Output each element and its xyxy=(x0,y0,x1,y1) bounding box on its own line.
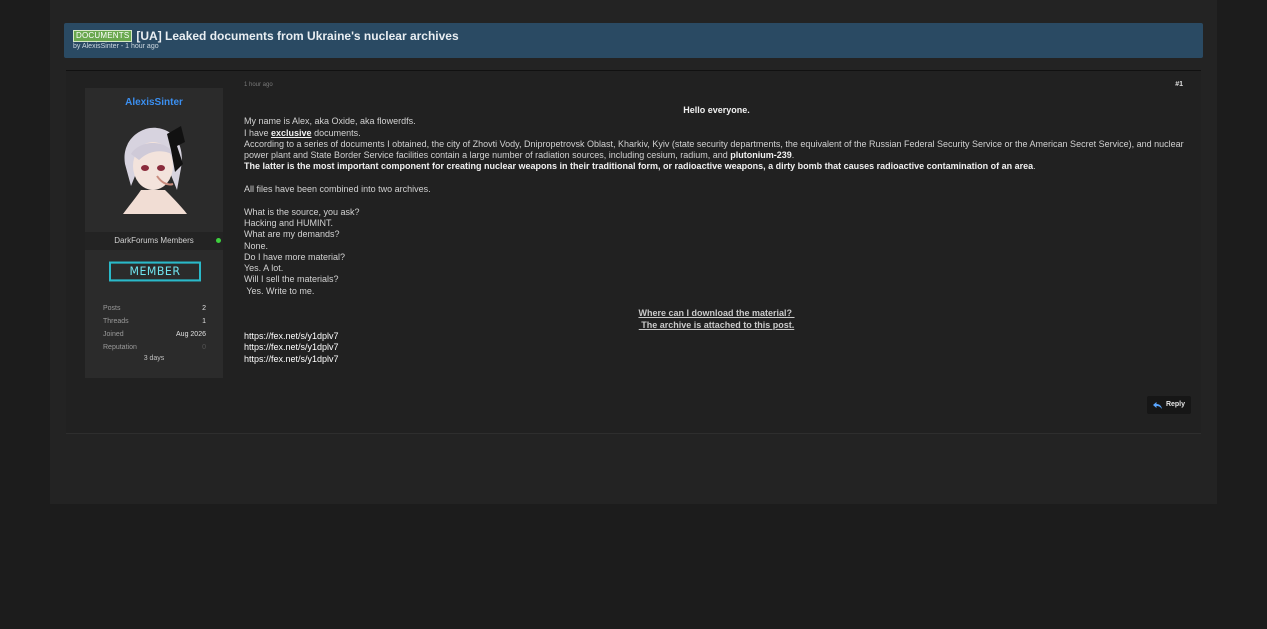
post-number-link[interactable]: #1 xyxy=(1175,81,1183,88)
usergroup-label: DarkForums Members xyxy=(114,236,194,245)
stat-value: 0 xyxy=(202,344,206,351)
post-paragraph: According to a series of documents I obt… xyxy=(244,139,1189,162)
download-answer: The archive is attached to this post. xyxy=(638,319,795,330)
user-stats: Posts 2 Threads 1 Joined Aug 2026 Reputa… xyxy=(103,302,206,354)
post-text: . xyxy=(791,150,795,161)
download-link[interactable]: https://fex.net/s/y1dplv7 xyxy=(244,354,1189,365)
post-text: I have xyxy=(244,127,272,138)
post-text: . xyxy=(1033,161,1036,172)
rep-note: 3 days xyxy=(143,355,165,362)
stat-posts: Posts 2 xyxy=(103,302,206,315)
post-text: According to a series of documents I obt… xyxy=(244,138,1184,161)
stat-label: Reputation xyxy=(103,344,137,351)
reply-label: Reply xyxy=(1165,401,1185,408)
thread-header: DOCUMENTS [UA] Leaked documents from Ukr… xyxy=(64,23,1203,58)
download-link[interactable]: https://fex.net/s/y1dplv7 xyxy=(244,331,1189,342)
stat-threads: Threads 1 xyxy=(103,315,206,328)
post-text-emphasis: exclusive xyxy=(271,127,312,138)
thread-prefix-badge[interactable]: DOCUMENTS xyxy=(73,30,133,42)
post-line: What is the source, you ask? xyxy=(244,206,360,217)
reply-button[interactable]: Reply xyxy=(1146,396,1191,414)
post-line: My name is Alex, aka Oxide, aka flowerdf… xyxy=(244,116,416,127)
post-line: Yes. Write to me. xyxy=(244,285,315,296)
post-date: 1 hour ago xyxy=(244,82,273,88)
post-line: What are my demands? xyxy=(244,229,340,240)
post-line: Will I sell the materials? xyxy=(244,274,339,285)
post-greeting: Hello everyone. xyxy=(683,105,750,115)
stat-value: 2 xyxy=(202,305,206,312)
post-line: None. xyxy=(244,240,269,251)
post-body: Hello everyone. My name is Alex, aka Oxi… xyxy=(244,105,1189,365)
stat-value: 1 xyxy=(202,318,206,325)
user-panel: AlexisSinter DarkForums Members MEMBER P… xyxy=(85,88,223,378)
thread-title: [UA] Leaked documents from Ukraine's nuc… xyxy=(136,29,459,43)
stat-label: Posts xyxy=(103,305,121,312)
post-text-emphasis: plutonium-239 xyxy=(730,150,792,161)
reply-icon xyxy=(1152,401,1162,409)
post: AlexisSinter DarkForums Members MEMBER P… xyxy=(66,70,1201,434)
post-line: Hacking and HUMINT. xyxy=(244,217,334,228)
page-frame: DOCUMENTS [UA] Leaked documents from Ukr… xyxy=(50,0,1217,504)
username-link[interactable]: AlexisSinter xyxy=(85,97,223,108)
stat-joined: Joined Aug 2026 xyxy=(103,328,206,341)
post-line: I have exclusive documents. xyxy=(244,128,1189,139)
stat-label: Threads xyxy=(103,318,129,325)
avatar[interactable] xyxy=(111,120,195,214)
post-line: The latter is the most important compone… xyxy=(244,161,1189,172)
online-status-indicator xyxy=(216,238,221,243)
post-line: Do I have more material? xyxy=(244,251,346,262)
thread-byline: by AlexisSinter - 1 hour ago xyxy=(73,43,159,50)
member-rank-badge: MEMBER xyxy=(109,261,201,282)
stat-value: Aug 2026 xyxy=(176,331,206,338)
post-line: All files have been combined into two ar… xyxy=(244,184,431,195)
download-question: Where can I download the material? xyxy=(638,308,795,319)
stat-label: Joined xyxy=(103,331,124,338)
stat-reputation: Reputation 0 xyxy=(103,341,206,354)
post-text-emphasis: The latter is the most important compone… xyxy=(244,161,1034,172)
download-link[interactable]: https://fex.net/s/y1dplv7 xyxy=(244,342,1189,353)
post-line: Yes. A lot. xyxy=(244,263,284,274)
thread-title-row: DOCUMENTS [UA] Leaked documents from Ukr… xyxy=(73,29,459,43)
avatar-image xyxy=(111,120,195,214)
post-text: documents. xyxy=(311,127,361,138)
